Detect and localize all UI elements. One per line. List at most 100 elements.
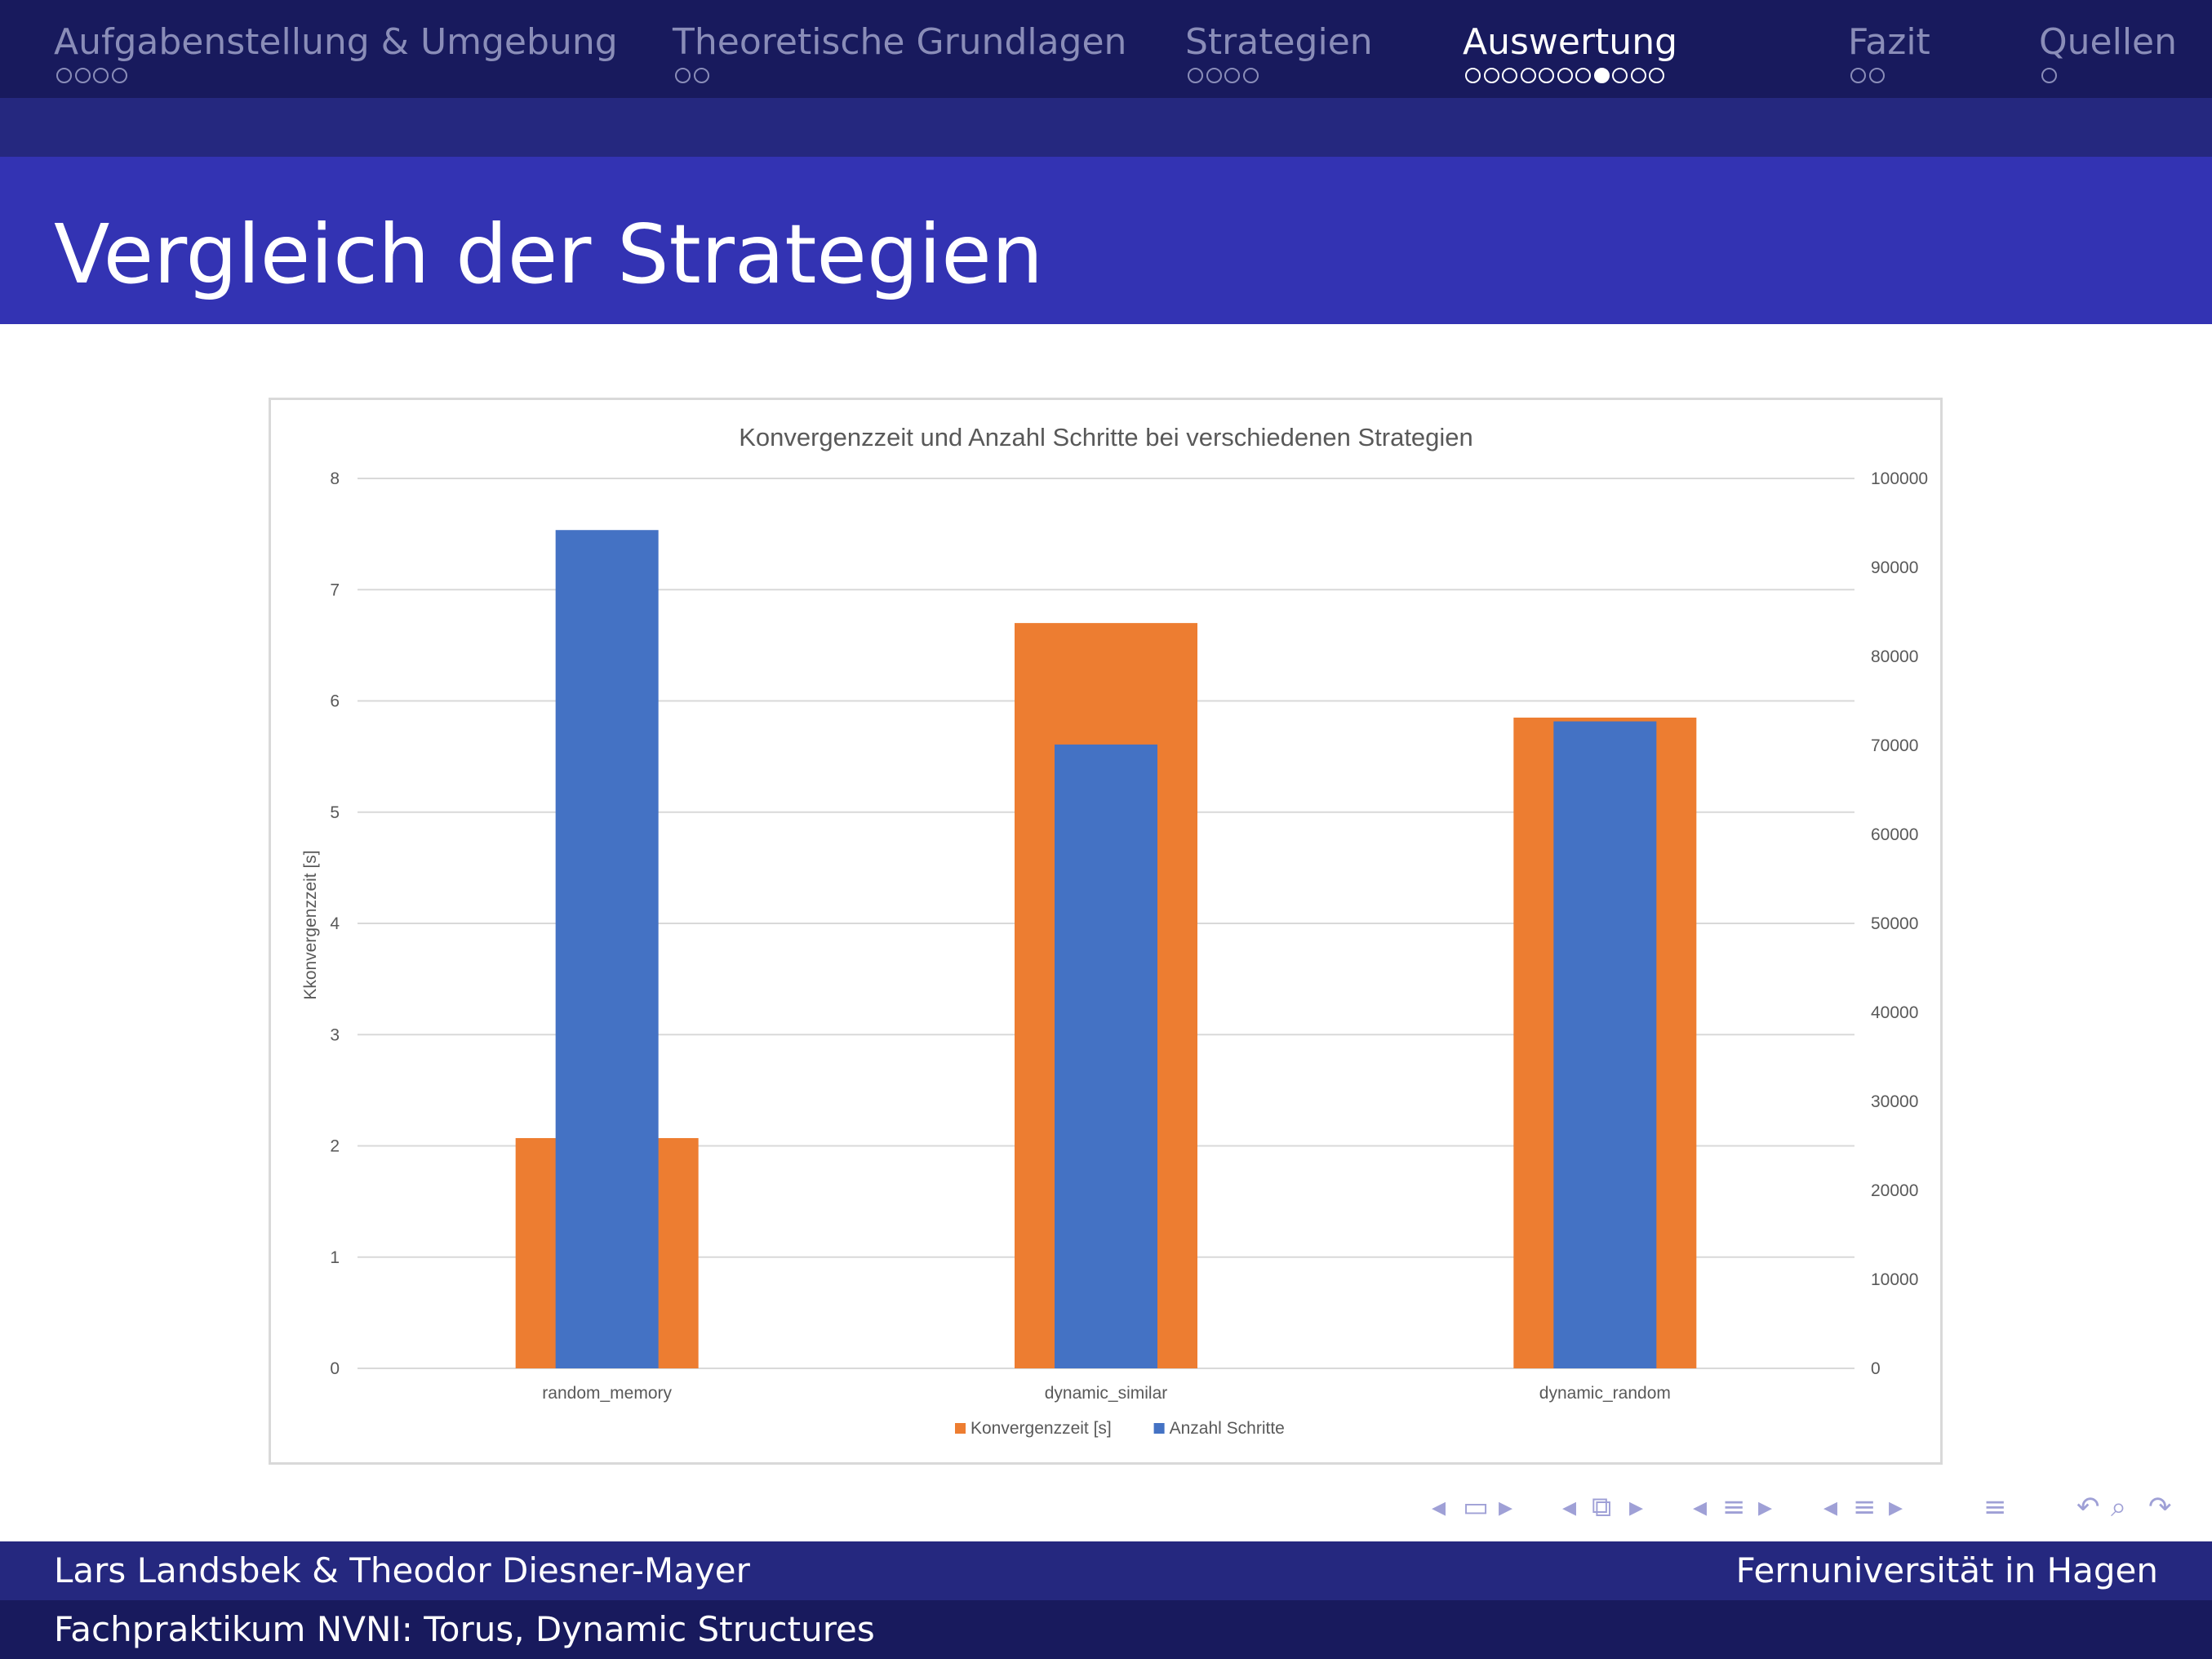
nav-progress-dot[interactable] [1649, 68, 1664, 83]
legend-label: Konvergenzzeit [s] [971, 1419, 1112, 1438]
nav-progress-dot[interactable] [74, 68, 91, 83]
y-tick-label: 4 [330, 914, 340, 933]
nav-progress-dot[interactable] [1612, 68, 1628, 83]
bar-anzahl-schritte [555, 530, 659, 1368]
section-navigation: Aufgabenstellung & Umgebung Theoretische… [0, 0, 2212, 98]
footer-institute: Fernuniversität in Hagen [1735, 1550, 2158, 1590]
nav-progress-dot[interactable] [1539, 68, 1554, 83]
nav-progress-dots [1185, 65, 1373, 90]
right-axis-ticks: 0 10000 20000 30000 40000 50000 60000 70000 8000… [1871, 469, 1928, 1378]
y-tick-label: 6 [330, 692, 340, 711]
nav-progress-dot[interactable] [1593, 68, 1610, 83]
category-label: dynamic_similar [1045, 1384, 1168, 1403]
nav-progress-dots [54, 65, 618, 90]
document-icon[interactable]: ≡ [1853, 1489, 1877, 1525]
nav-progress-dot[interactable] [2041, 68, 2057, 83]
bars [515, 530, 1697, 1368]
nav-section-strategien[interactable]: Strategien [1185, 20, 1373, 90]
y-tick-label: 0 [330, 1359, 340, 1378]
next-subsection-icon[interactable]: ▸ [1629, 1489, 1643, 1525]
nav-progress-dot[interactable] [111, 68, 127, 83]
prev-document-icon[interactable]: ◂ [1823, 1489, 1837, 1525]
nav-progress-dot[interactable] [1630, 68, 1646, 83]
nav-section-theoretische-grundlagen[interactable]: Theoretische Grundlagen [673, 20, 1126, 90]
y2-tick-label: 50000 [1871, 914, 1918, 933]
nav-section-label: Quellen [2039, 21, 2177, 63]
section-icon[interactable]: ≡ [1722, 1489, 1746, 1525]
y-tick-label: 1 [330, 1248, 340, 1267]
prev-section-icon[interactable]: ◂ [1693, 1489, 1707, 1525]
category-label: random_memory [542, 1384, 672, 1403]
nav-progress-dot[interactable] [1850, 68, 1866, 83]
y-tick-label: 8 [330, 469, 340, 488]
nav-progress-dot[interactable] [1206, 68, 1222, 83]
nav-section-aufgabenstellung[interactable]: Aufgabenstellung & Umgebung [54, 20, 618, 90]
y-axis-label: Kkonvergenzzeit [s] [301, 850, 320, 999]
y-tick-label: 2 [330, 1137, 340, 1156]
subsection-strip [0, 98, 2212, 157]
nav-progress-dot[interactable] [93, 68, 109, 83]
nav-progress-dots [1848, 65, 1930, 90]
nav-progress-dot[interactable] [675, 68, 691, 83]
y2-tick-label: 40000 [1871, 1003, 1918, 1022]
nav-progress-dot[interactable] [1868, 68, 1885, 83]
legend-swatch [955, 1423, 966, 1434]
nav-section-label: Theoretische Grundlagen [673, 21, 1127, 63]
prev-frame-icon[interactable]: ◂ [1432, 1489, 1446, 1525]
nav-progress-dot[interactable] [1188, 68, 1203, 83]
bar-anzahl-schritte [1553, 721, 1657, 1368]
prev-subsection-icon[interactable]: ◂ [1562, 1489, 1576, 1525]
y2-tick-label: 60000 [1871, 825, 1918, 844]
footer-authors: Lars Landsbek & Theodor Diesner-Mayer [54, 1550, 750, 1590]
footer-course-bar: Fachpraktikum NVNI: Torus, Dynamic Struc… [0, 1600, 2212, 1659]
y2-tick-label: 80000 [1871, 647, 1918, 666]
y-tick-label: 5 [330, 803, 340, 822]
nav-progress-dots [1463, 65, 1677, 90]
next-section-icon[interactable]: ▸ [1758, 1489, 1772, 1525]
category-labels: random_memory dynamic_similar dynamic_rand… [542, 1384, 1671, 1403]
back-icon[interactable]: ↶ [2077, 1489, 2100, 1525]
bar-anzahl-schritte [1055, 744, 1157, 1368]
next-document-icon[interactable]: ▸ [1889, 1489, 1903, 1525]
nav-progress-dot[interactable] [1483, 68, 1499, 83]
nav-progress-dot[interactable] [1502, 68, 1517, 83]
footer-authors-bar: Lars Landsbek & Theodor Diesner-Mayer Fe… [0, 1541, 2212, 1600]
search-icon[interactable]: ⌕ [2111, 1489, 2126, 1525]
next-frame-icon[interactable]: ▸ [1499, 1489, 1512, 1525]
chart-container: Konvergenzzeit und Anzahl Schritte bei v… [269, 398, 1943, 1465]
nav-section-auswertung[interactable]: Auswertung [1463, 20, 1677, 90]
nav-section-quellen[interactable]: Quellen [2039, 20, 2177, 90]
footer-course: Fachpraktikum NVNI: Torus, Dynamic Struc… [54, 1609, 875, 1649]
frame-icon[interactable]: ▭ [1463, 1489, 1489, 1525]
nav-section-label: Strategien [1185, 21, 1373, 63]
frame-title-bar: Vergleich der Strategien [0, 157, 2212, 324]
appendix-icon[interactable]: ≡ [1983, 1489, 2007, 1525]
subsection-icon[interactable]: ⧉ [1592, 1489, 1611, 1525]
nav-progress-dot[interactable] [1465, 68, 1481, 83]
y2-tick-label: 90000 [1871, 558, 1918, 577]
nav-progress-dot[interactable] [1224, 68, 1240, 83]
left-axis-ticks: 0 1 2 3 4 5 6 7 8 [330, 469, 340, 1378]
nav-progress-dot[interactable] [693, 68, 709, 83]
nav-progress-dots [673, 65, 1126, 90]
nav-progress-dot[interactable] [1242, 68, 1259, 83]
bar-chart: Konvergenzzeit und Anzahl Schritte bei v… [301, 423, 1928, 1438]
navigation-symbols: ◂ ▭ ▸ ◂ ⧉ ▸ ◂ ≡ ▸ ◂ ≡ ▸ ≡ ↶ ⌕ ↷ [1420, 1484, 2204, 1532]
nav-progress-dot[interactable] [1557, 68, 1573, 83]
y2-tick-label: 20000 [1871, 1181, 1918, 1200]
chart-title: Konvergenzzeit und Anzahl Schritte bei v… [739, 423, 1473, 451]
nav-progress-dot[interactable] [56, 68, 72, 83]
y2-tick-label: 100000 [1871, 469, 1928, 488]
nav-progress-dots [2039, 65, 2177, 90]
y2-tick-label: 30000 [1871, 1092, 1918, 1111]
nav-section-fazit[interactable]: Fazit [1848, 20, 1930, 90]
y-tick-label: 3 [330, 1025, 340, 1044]
legend-swatch [1153, 1423, 1165, 1434]
nav-progress-dot[interactable] [1520, 68, 1536, 83]
chart-legend: Konvergenzzeit [s] Anzahl Schritte [955, 1419, 1285, 1438]
nav-section-label: Fazit [1848, 21, 1930, 63]
nav-progress-dot[interactable] [1575, 68, 1591, 83]
forward-icon[interactable]: ↷ [2148, 1489, 2172, 1525]
y2-tick-label: 70000 [1871, 736, 1918, 755]
legend-label: Anzahl Schritte [1170, 1419, 1285, 1438]
